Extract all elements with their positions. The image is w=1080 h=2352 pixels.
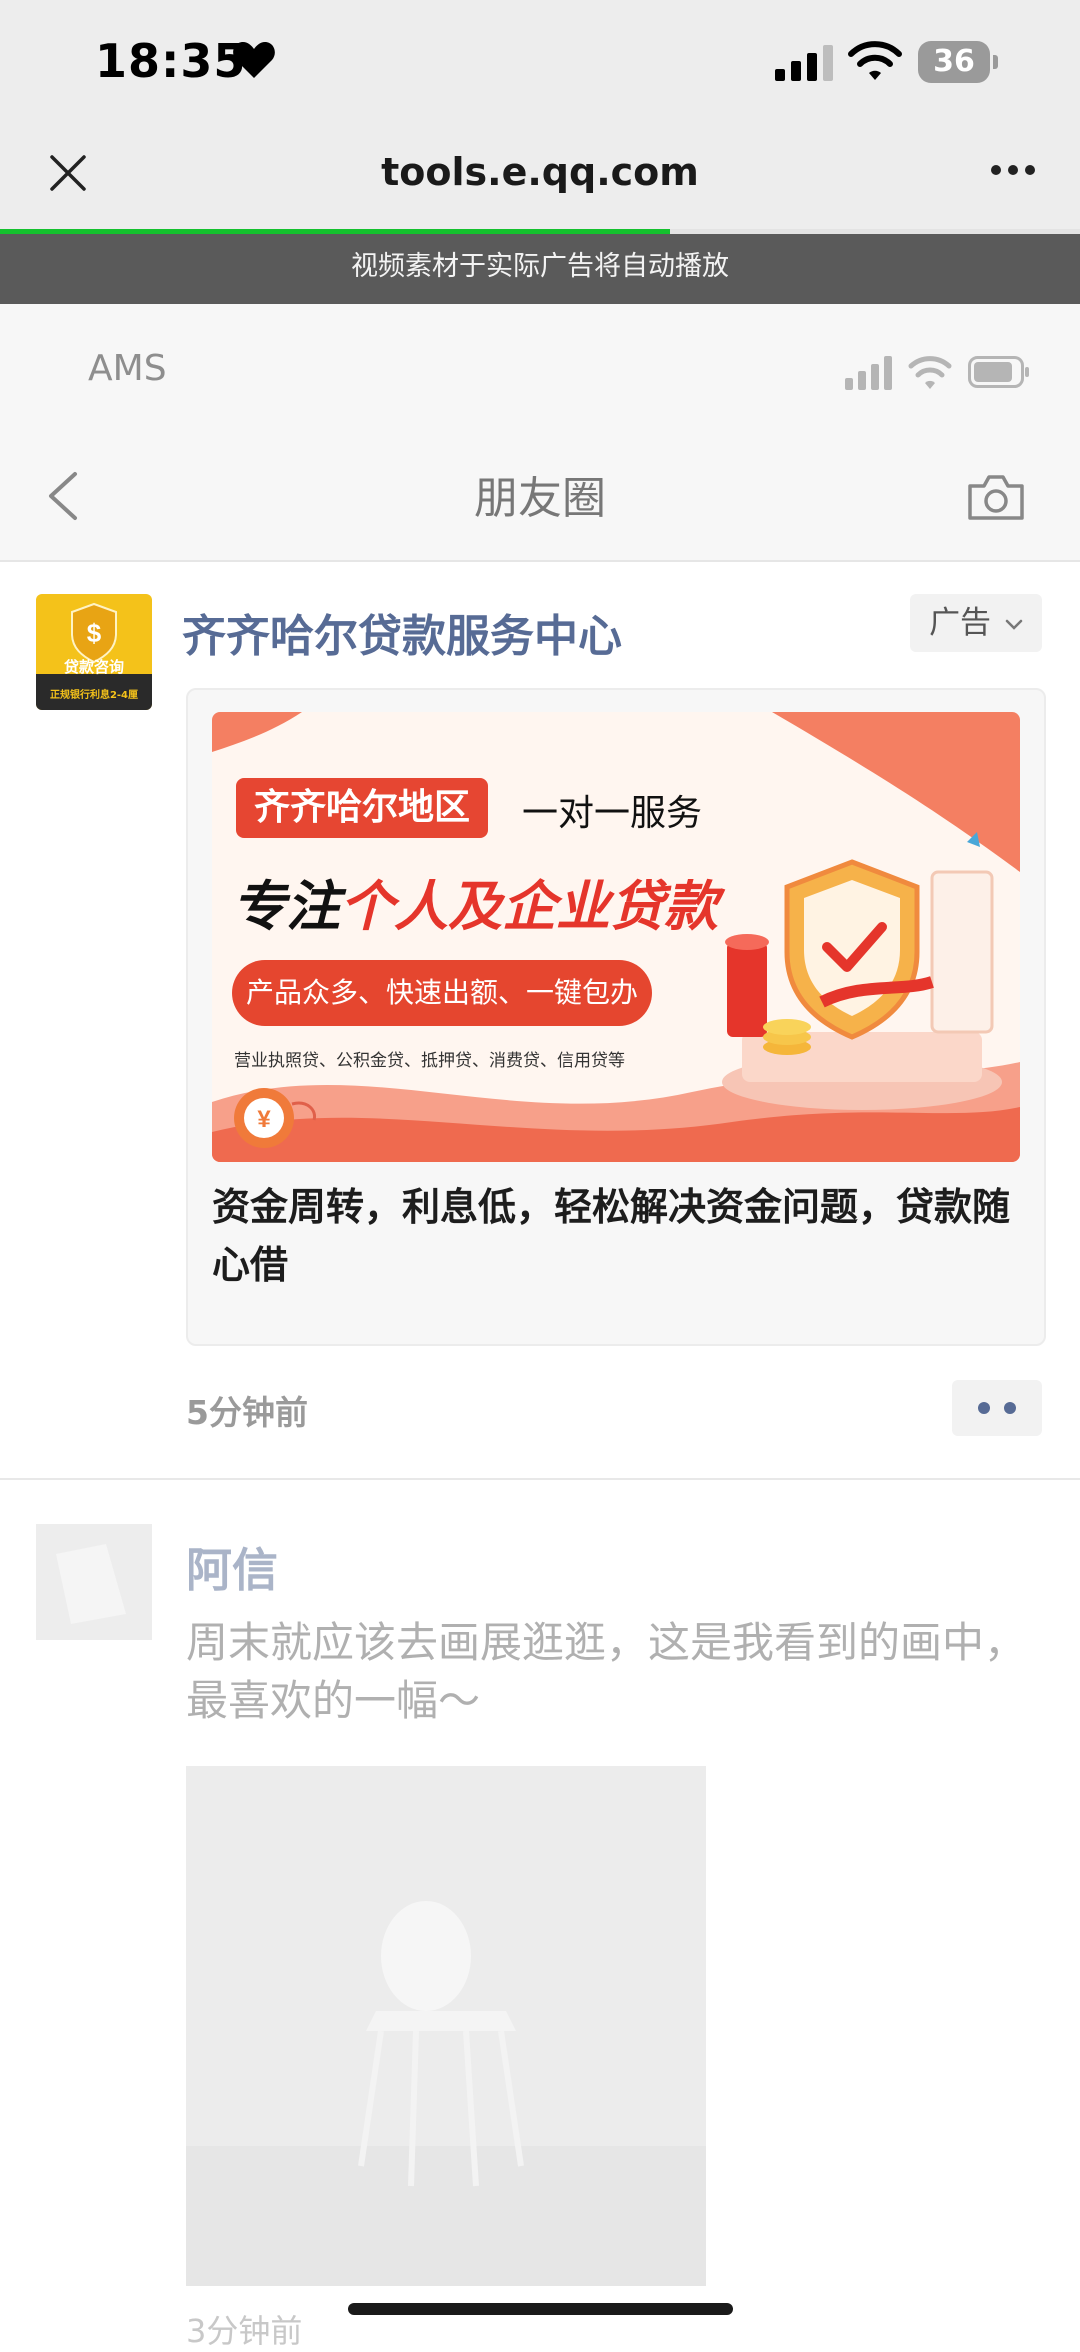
svg-text:$: $: [87, 618, 102, 648]
svg-text:贷款咨询: 贷款咨询: [64, 658, 124, 676]
post-divider: [0, 1478, 1080, 1480]
ad-timestamp: 5分钟前: [186, 1393, 308, 1432]
autoplay-notice: 视频素材于实际广告将自动播放: [0, 234, 1080, 304]
cellular-signal-icon: [775, 45, 833, 81]
coin-logo-icon: ¥: [234, 1088, 317, 1148]
ad-label-dropdown[interactable]: 广告: [910, 594, 1042, 652]
home-indicator[interactable]: [348, 2303, 733, 2315]
heart-icon: [233, 42, 275, 78]
back-arrow-icon[interactable]: [45, 470, 81, 522]
preview-battery-icon: [968, 356, 1029, 388]
status-time: 18:35: [95, 34, 247, 88]
chevron-down-icon: [1005, 619, 1023, 630]
ad-card[interactable]: 齐齐哈尔地区 一对一服务 专注个人及企业贷款 产品众多、快速出额、一键包办 营业…: [186, 688, 1046, 1346]
ad-label-text: 广告: [929, 605, 992, 641]
advertiser-avatar[interactable]: $ 贷款咨询 正规银行利息2-4厘: [36, 594, 152, 710]
page-title: 朋友圈: [474, 473, 606, 524]
post-author-name[interactable]: 阿信: [186, 1534, 278, 1600]
svg-text:¥: ¥: [257, 1106, 271, 1133]
camera-icon[interactable]: [966, 472, 1026, 522]
svg-text:正规银行利息2-4厘: 正规银行利息2-4厘: [50, 688, 138, 701]
battery-level: 36: [933, 44, 975, 79]
post-photo[interactable]: [186, 1766, 706, 2286]
preview-wifi-icon: [908, 356, 952, 389]
preview-signal-icon: [845, 356, 892, 390]
close-icon[interactable]: [48, 153, 88, 193]
banner-service-text: 一对一服务: [522, 793, 703, 834]
page-url: tools.e.qq.com: [381, 150, 699, 194]
advertiser-name[interactable]: 齐齐哈尔贷款服务中心: [182, 600, 622, 664]
banner-headline-highlight: 个人及企业贷款: [340, 875, 718, 938]
banner-region-tag: 齐齐哈尔地区: [236, 778, 489, 838]
battery-icon: 36: [918, 41, 1000, 83]
banner-features-pill: 产品众多、快速出额、一键包办: [232, 960, 652, 1026]
preview-carrier: AMS: [88, 348, 167, 389]
browser-header: tools.e.qq.com: [0, 130, 1080, 230]
shield-illustration-icon: [722, 832, 1002, 1110]
post-timestamp: 3分钟前: [186, 2312, 303, 2350]
ad-caption: 资金周转，利息低，轻松解决资金问题，贷款随心借: [212, 1185, 1011, 1287]
more-dots-icon: [978, 1402, 1016, 1414]
moments-header: 朋友圈: [0, 434, 1080, 562]
more-options-icon[interactable]: [990, 160, 1036, 180]
system-status-bar: 18:35 36: [0, 0, 1080, 130]
comment-like-button[interactable]: [952, 1380, 1042, 1436]
banner-headline-prefix: 专注: [232, 875, 340, 938]
preview-status-bar: AMS: [0, 304, 1080, 434]
user-avatar[interactable]: [36, 1524, 152, 1640]
banner-headline: 专注个人及企业贷款: [232, 862, 718, 941]
banner-loan-types: 营业执照贷、公积金贷、抵押贷、消费贷、信用贷等: [234, 1051, 625, 1071]
wifi-icon: [848, 41, 902, 80]
ad-banner-image[interactable]: 齐齐哈尔地区 一对一服务 专注个人及企业贷款 产品众多、快速出额、一键包办 营业…: [212, 712, 1020, 1162]
post-text: 周末就应该去画展逛逛，这是我看到的画中，最喜欢的一幅～: [186, 1618, 1027, 1725]
